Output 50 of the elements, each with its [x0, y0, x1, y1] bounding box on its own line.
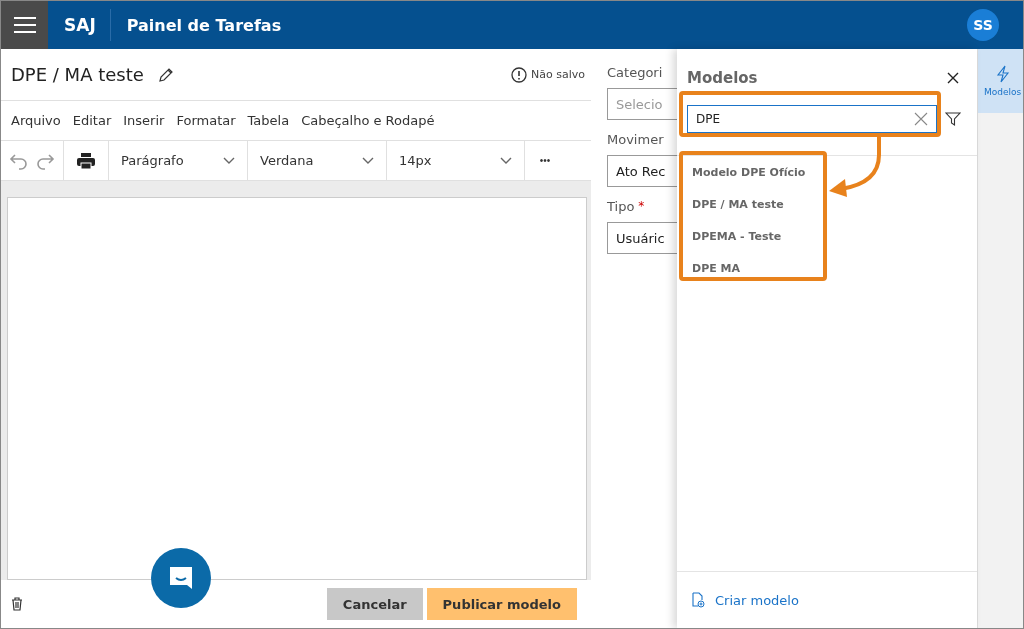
filter-icon[interactable]: [945, 111, 961, 127]
undo-icon[interactable]: [9, 151, 29, 170]
chat-button[interactable]: [151, 548, 211, 608]
close-icon[interactable]: [947, 72, 959, 84]
menu-icon: [13, 17, 36, 33]
field-label: Movimer: [607, 132, 664, 147]
user-avatar[interactable]: SS: [967, 9, 999, 41]
chevron-icon: [223, 156, 235, 165]
field-label: Tipo: [607, 199, 635, 214]
page-title: Painel de Tarefas: [126, 15, 282, 35]
clear-icon[interactable]: [914, 112, 928, 126]
document-add-icon: [691, 592, 705, 608]
trash-icon[interactable]: [11, 597, 23, 611]
footer-button[interactable]: Cancelar: [326, 588, 423, 620]
redo-icon[interactable]: [35, 151, 55, 170]
model-list-item[interactable]: DPE / MA teste: [677, 188, 784, 220]
required-mark: *: [638, 199, 645, 213]
document-title: DPE / MA teste: [11, 64, 144, 85]
chat-icon: [167, 564, 195, 592]
create-model-link[interactable]: Criar modelo: [685, 591, 805, 609]
warning-icon: [511, 66, 528, 83]
save-status: Não salvo: [531, 68, 585, 81]
chevron-icon: [362, 156, 374, 165]
format-dropdown[interactable]: Parágrafo: [109, 141, 248, 180]
form-field[interactable]: Selecio: [607, 88, 677, 120]
app-logo: SAJ: [64, 15, 96, 35]
menu-item[interactable]: Arquivo: [5, 113, 67, 128]
menu-button[interactable]: [1, 1, 48, 49]
menu-item[interactable]: Formatar: [170, 113, 242, 128]
menu-item[interactable]: Tabela: [241, 113, 296, 128]
field-label: Categori: [607, 65, 663, 80]
footer-button[interactable]: Publicar modelo: [426, 588, 577, 620]
format-dropdown[interactable]: Verdana: [248, 141, 387, 180]
menu-item[interactable]: Editar: [66, 113, 118, 128]
model-list-item[interactable]: Modelo DPE Ofício: [677, 156, 806, 188]
menu-item[interactable]: Cabeçalho e Rodapé: [295, 113, 441, 128]
format-dropdown[interactable]: 14px: [387, 141, 525, 180]
more-button[interactable]: •••: [525, 141, 565, 180]
chevron-icon: [500, 156, 512, 165]
search-field[interactable]: DPE: [687, 105, 937, 133]
edit-icon[interactable]: [157, 66, 174, 83]
print-icon[interactable]: [76, 151, 96, 170]
model-list-item[interactable]: DPEMA - Teste: [677, 220, 782, 252]
form-field[interactable]: Ato Rec: [607, 155, 677, 187]
panel-title: Modelos: [687, 69, 758, 87]
form-field[interactable]: Usuáric: [607, 222, 677, 254]
lightning-icon: [995, 65, 1010, 83]
menu-item[interactable]: Inserir: [117, 113, 171, 128]
models-tab[interactable]: Modelos: [978, 49, 1023, 113]
model-list-item[interactable]: DPE MA: [677, 252, 740, 284]
